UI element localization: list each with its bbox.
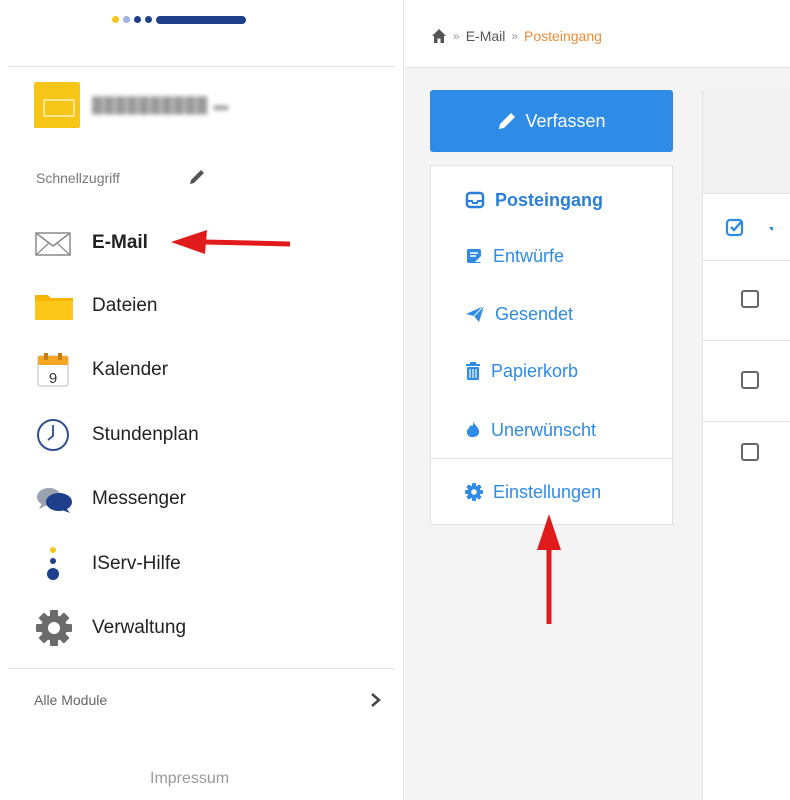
logo-bar — [156, 16, 246, 24]
folder-drafts[interactable]: Entwürfe — [465, 241, 564, 271]
sidebar-item-label: Messenger — [92, 488, 186, 509]
help-icon — [34, 544, 74, 584]
folder-spam[interactable]: Unerwünscht — [465, 415, 596, 445]
svg-text:9: 9 — [49, 370, 57, 387]
message-list — [702, 90, 790, 800]
list-toolbar — [703, 195, 790, 261]
mail-settings-link[interactable]: Einstellungen — [465, 477, 601, 507]
all-modules-label: Alle Module — [34, 692, 108, 708]
gear-icon — [465, 483, 483, 501]
sidebar-item-files[interactable]: Dateien — [34, 286, 374, 326]
sidebar: ██████████ ▬ Schnellzugriff E-Mail Datei… — [0, 0, 404, 800]
user-account[interactable]: ██████████ ▬ — [34, 82, 394, 132]
main-content: » E-Mail » Posteingang Verfassen Postein… — [405, 0, 790, 800]
folder-label: Unerwünscht — [491, 419, 597, 440]
iserv-logo[interactable] — [112, 12, 252, 24]
folder-label: Gesendet — [495, 303, 574, 324]
inbox-icon — [465, 191, 485, 209]
folder-sent[interactable]: Gesendet — [465, 299, 573, 329]
avatar — [34, 82, 80, 128]
folder-label: Papierkorb — [491, 360, 579, 381]
folder-label: Posteingang — [495, 189, 604, 210]
sidebar-item-messenger[interactable]: Messenger — [34, 479, 374, 519]
logo-dot — [145, 16, 152, 23]
sidebar-item-label: Kalender — [92, 359, 169, 380]
sidebar-item-help[interactable]: IServ-Hilfe — [34, 544, 374, 584]
row-checkbox[interactable] — [741, 443, 759, 461]
chevron-right-icon — [371, 693, 381, 707]
divider — [8, 66, 395, 67]
sidebar-item-timetable[interactable]: Stundenplan — [34, 415, 374, 455]
fire-icon — [466, 421, 480, 438]
settings-label: Einstellungen — [493, 481, 602, 502]
list-header — [703, 90, 790, 194]
user-name-redacted: ██████████ ▬ — [92, 97, 230, 114]
breadcrumb-separator: » — [453, 29, 460, 43]
topbar: » E-Mail » Posteingang — [405, 0, 790, 68]
folder-icon — [34, 286, 74, 326]
trash-icon — [466, 362, 480, 380]
table-row[interactable] — [703, 423, 790, 503]
folder-panel: Posteingang Entwürfe Gesendet Papierkorb… — [430, 165, 673, 525]
pencil-icon — [499, 113, 516, 129]
breadcrumb-item[interactable]: E-Mail — [466, 28, 506, 44]
sidebar-item-label: E-Mail — [92, 232, 148, 253]
all-modules-link[interactable]: Alle Module — [34, 690, 384, 714]
annotation-arrow-left — [171, 230, 291, 254]
envelope-icon — [34, 223, 74, 263]
draft-icon — [467, 249, 481, 263]
logo-dot — [112, 16, 119, 23]
clock-icon — [34, 415, 74, 455]
divider — [8, 668, 395, 669]
sidebar-item-label: Dateien — [92, 295, 158, 316]
row-checkbox[interactable] — [741, 371, 759, 389]
paper-plane-icon — [466, 305, 485, 322]
sidebar-item-calendar[interactable]: 9 Kalender — [34, 350, 374, 390]
pencil-icon[interactable] — [186, 166, 208, 188]
sidebar-item-label: Verwaltung — [92, 617, 187, 638]
annotation-arrow-up — [537, 514, 561, 624]
divider — [431, 458, 672, 459]
sidebar-item-administration[interactable]: Verwaltung — [34, 608, 374, 648]
sidebar-item-label: IServ-Hilfe — [92, 553, 181, 574]
breadcrumb-current[interactable]: Posteingang — [524, 28, 602, 44]
table-row[interactable] — [703, 342, 790, 422]
gear-icon — [34, 608, 74, 648]
compose-label: Verfassen — [525, 110, 606, 131]
quick-access-label: Schnellzugriff — [36, 170, 120, 186]
row-checkbox[interactable] — [741, 290, 759, 308]
compose-button[interactable]: Verfassen — [430, 90, 673, 152]
select-all-dropdown[interactable] — [725, 217, 773, 239]
calendar-icon: 9 — [34, 350, 74, 390]
chat-bubbles-icon — [34, 479, 74, 519]
impressum-link[interactable]: Impressum — [150, 770, 229, 788]
logo-dot — [123, 16, 130, 23]
table-row[interactable] — [703, 261, 790, 341]
breadcrumb-separator: » — [511, 29, 519, 43]
breadcrumb: » E-Mail » Posteingang — [431, 28, 602, 44]
folder-inbox[interactable]: Posteingang — [465, 185, 603, 215]
home-icon[interactable] — [431, 28, 447, 44]
sidebar-item-label: Stundenplan — [92, 424, 199, 445]
folder-label: Entwürfe — [493, 245, 565, 266]
logo-dot — [134, 16, 141, 23]
folder-trash[interactable]: Papierkorb — [465, 356, 578, 386]
